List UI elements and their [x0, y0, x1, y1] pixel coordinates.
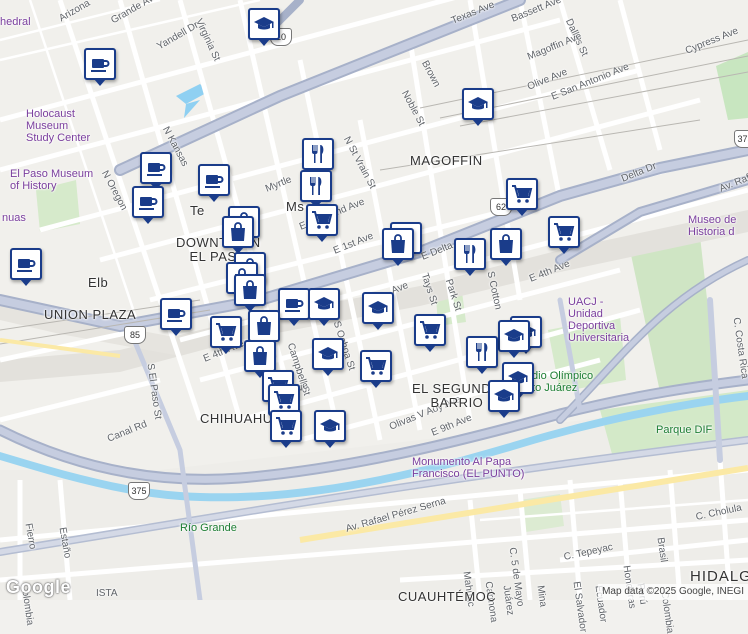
graduation-cap-icon — [466, 92, 490, 116]
graduation-cap-icon — [316, 342, 340, 366]
map-marker-cart[interactable] — [360, 350, 392, 388]
graduation-cap-icon — [366, 296, 390, 320]
map-marker-shop[interactable] — [234, 274, 266, 312]
coffee-cup-icon — [136, 190, 160, 214]
map-marker-shop[interactable] — [222, 216, 254, 254]
shopping-cart-icon — [214, 320, 238, 344]
shopping-cart-icon — [310, 208, 334, 232]
map-marker-cart[interactable] — [210, 316, 242, 354]
district-label: UNION PLAZA — [44, 307, 137, 322]
city-label: HIDALGO — [690, 568, 748, 585]
coffee-cup-icon — [282, 292, 306, 316]
district-label: CUAUHTÉMOC — [398, 589, 497, 604]
graduation-cap-icon — [312, 292, 336, 316]
map-marker-restaurant[interactable] — [302, 138, 334, 176]
shopping-cart-icon — [272, 388, 296, 412]
shopping-cart-icon — [364, 354, 388, 378]
poi-label: El Paso Museum of History — [10, 168, 94, 192]
map-marker-cafe[interactable] — [160, 298, 192, 336]
map-marker-school[interactable] — [308, 288, 340, 326]
graduation-cap-icon — [492, 384, 516, 408]
map-marker-cafe[interactable] — [198, 164, 230, 202]
shopping-cart-icon — [274, 414, 298, 438]
coffee-cup-icon — [164, 302, 188, 326]
map-marker-shop[interactable] — [248, 310, 280, 348]
graduation-cap-icon — [502, 324, 526, 348]
poi-label: nuas — [2, 212, 26, 224]
fork-knife-icon — [304, 174, 328, 198]
poi-label: Te — [190, 203, 205, 218]
shopping-bag-icon — [252, 314, 276, 338]
coffee-cup-icon — [202, 168, 226, 192]
map-marker-cafe[interactable] — [140, 152, 172, 190]
map-marker-school[interactable] — [362, 292, 394, 330]
district-label: MAGOFFIN — [410, 153, 483, 168]
fork-knife-icon — [470, 340, 494, 364]
map-marker-cafe[interactable] — [132, 186, 164, 224]
shopping-bag-icon — [494, 232, 518, 256]
poi-label: Elb — [88, 275, 109, 290]
highway-shield: 375 — [734, 130, 748, 148]
graduation-cap-icon — [252, 12, 276, 36]
shopping-bag-icon — [248, 344, 272, 368]
coffee-cup-icon — [144, 156, 168, 180]
map-marker-cafe[interactable] — [10, 248, 42, 286]
map-marker-cafe[interactable] — [278, 288, 310, 326]
poi-label: Monumento Al Papa Francisco (EL PUNTO) — [412, 456, 525, 480]
map-marker-school[interactable] — [488, 380, 520, 418]
poi-label: UACJ - Unidad Deportiva Universitaria — [568, 296, 630, 344]
coffee-cup-icon — [88, 52, 112, 76]
map-marker-cart[interactable] — [414, 314, 446, 352]
google-logo: Google — [6, 577, 71, 597]
map-marker-shop[interactable] — [490, 228, 522, 266]
fork-knife-icon — [306, 142, 330, 166]
shopping-bag-icon — [238, 278, 262, 302]
map-marker-restaurant[interactable] — [300, 170, 332, 208]
map-marker-cart[interactable] — [270, 410, 302, 448]
poi-label: Ms — [286, 199, 305, 214]
map-marker-cart[interactable] — [548, 216, 580, 254]
map-marker-cart[interactable] — [306, 204, 338, 242]
poi-label: hedral — [0, 16, 31, 28]
poi-label: Museo de Historia d — [688, 214, 737, 238]
poi-label: Parque DIF — [656, 424, 713, 436]
street-label: ISTA — [96, 588, 118, 599]
poi-label: Río Grande — [180, 522, 237, 534]
graduation-cap-icon — [318, 414, 342, 438]
map-marker-cart[interactable] — [506, 178, 538, 216]
map-marker-cafe[interactable] — [84, 48, 116, 86]
map-marker-school[interactable] — [248, 8, 280, 46]
map-marker-shop[interactable] — [382, 228, 414, 266]
fork-knife-icon — [458, 242, 482, 266]
highway-shield: 85 — [124, 326, 146, 344]
shopping-bag-icon — [226, 220, 250, 244]
highway-shield: 375 — [128, 482, 150, 500]
map-marker-school[interactable] — [462, 88, 494, 126]
map-marker-school[interactable] — [498, 320, 530, 358]
map-attribution: Map data ©2025 Google, INEGI — [598, 584, 748, 600]
map-marker-school[interactable] — [314, 410, 346, 448]
map-marker-restaurant[interactable] — [454, 238, 486, 276]
coffee-cup-icon — [14, 252, 38, 276]
poi-label: Holocaust Museum Study Center — [26, 108, 91, 144]
shopping-cart-icon — [418, 318, 442, 342]
shopping-cart-icon — [552, 220, 576, 244]
shopping-cart-icon — [510, 182, 534, 206]
map-marker-shop[interactable] — [244, 340, 276, 378]
shopping-bag-icon — [386, 232, 410, 256]
map-marker-restaurant[interactable] — [466, 336, 498, 374]
map-marker-school[interactable] — [312, 338, 344, 376]
